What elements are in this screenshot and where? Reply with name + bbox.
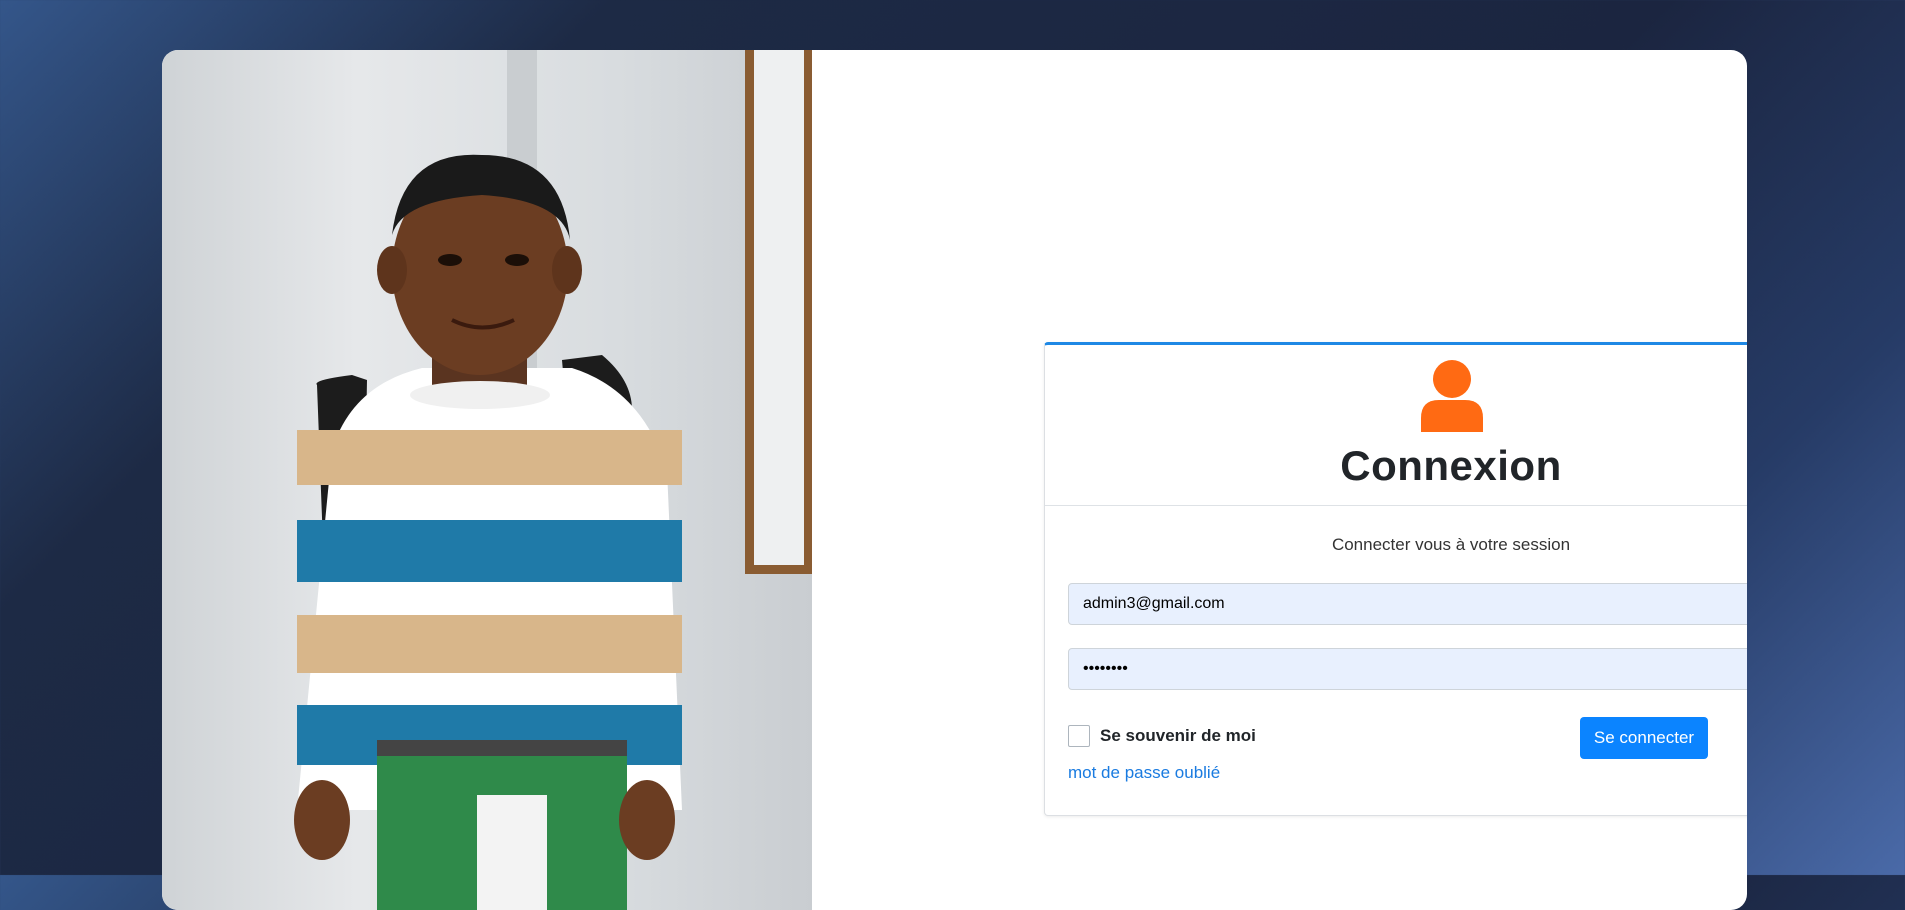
password-row (1068, 648, 1747, 690)
remember-me: Se souvenir de moi (1068, 725, 1256, 747)
email-field[interactable] (1068, 583, 1747, 625)
login-form: Connexion Connecter vous à votre session (1044, 342, 1747, 816)
user-icon (1421, 360, 1483, 432)
forgot-password-link[interactable]: mot de passe oublié (1068, 763, 1220, 783)
login-button[interactable]: Se connecter (1580, 717, 1708, 759)
email-row (1068, 583, 1747, 625)
remember-me-label: Se souvenir de moi (1100, 726, 1256, 745)
login-card: Connexion Connecter vous à votre session (162, 50, 1747, 910)
login-header: Connexion (1045, 345, 1747, 506)
student-photo (162, 50, 812, 910)
remember-me-checkbox[interactable] (1068, 725, 1090, 747)
login-subtitle: Connecter vous à votre session (1331, 535, 1571, 554)
page-title: Connexion (1340, 442, 1562, 489)
password-field[interactable] (1068, 648, 1747, 690)
